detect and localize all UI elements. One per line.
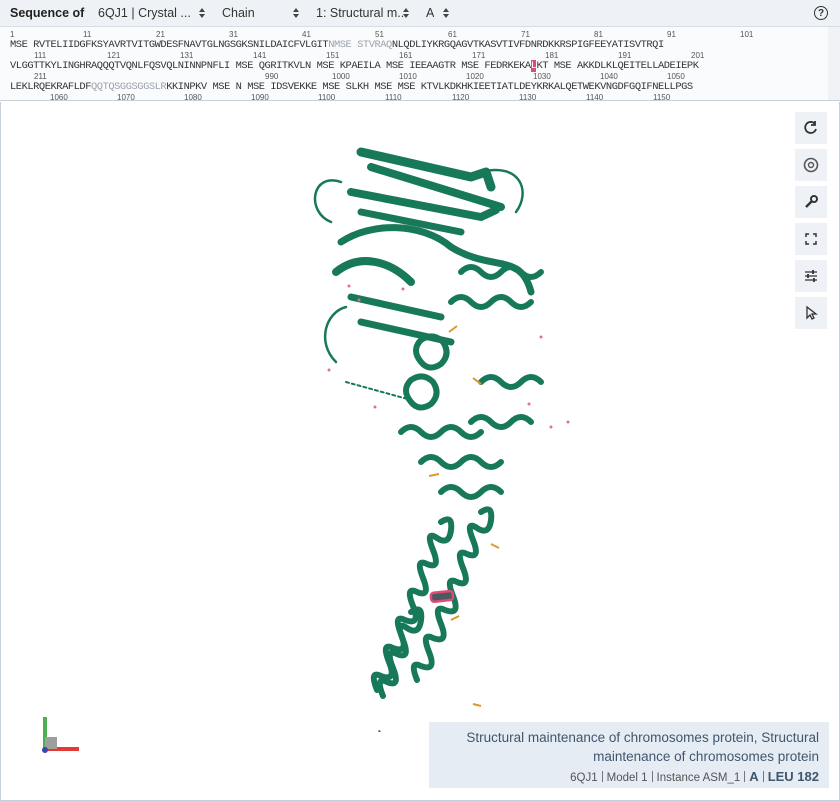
beta-strand <box>332 257 415 286</box>
protein-cartoon[interactable] <box>301 132 601 732</box>
sequence-number: 1010 <box>399 72 417 81</box>
residue-label: LEU 182 <box>767 769 819 784</box>
help-icon[interactable]: ? <box>814 6 828 20</box>
sequence-number: 1150 <box>653 93 671 101</box>
sequence-number: 1040 <box>600 72 618 81</box>
sequence-number: 41 <box>302 30 311 39</box>
sequence-row[interactable]: VLGGTTKYLINGHRAQQQTVQNLFQSVQLNINNPNFLI M… <box>10 60 699 72</box>
expand-icon[interactable] <box>795 223 827 255</box>
sequence-number: 141 <box>253 51 267 60</box>
entity-select-value: 1: Structural m... <box>316 6 408 20</box>
sequence-number: 91 <box>667 30 676 39</box>
sequence-number: 1050 <box>667 72 685 81</box>
sequence-panel[interactable]: 1 11 21 31 41 51 61 71 81 91 101 MSE RVTELIIDGFKSY… <box>0 27 840 101</box>
sequence-number: 61 <box>448 30 457 39</box>
select-chevron-icon <box>442 7 450 18</box>
sequence-row[interactable]: MSE RVTELIIDGFKSYAVRTVITGWDESFNAVTGLNGSG… <box>10 39 664 51</box>
mode-select[interactable]: Chain <box>210 0 304 27</box>
sequence-number: 1030 <box>533 72 551 81</box>
sequence-number: 111 <box>34 51 47 60</box>
pointer-icon[interactable] <box>795 297 827 329</box>
sequence-number: 131 <box>180 51 194 60</box>
loop <box>313 179 343 224</box>
loop <box>324 305 348 364</box>
sequence-number: 151 <box>326 51 340 60</box>
sequence-number: 101 <box>740 30 754 39</box>
sequence-number: 191 <box>618 51 632 60</box>
sequence-scrollbar[interactable] <box>828 27 840 100</box>
sequence-number: 71 <box>521 30 530 39</box>
axes-indicator-icon <box>37 717 87 767</box>
missing-loop <box>345 381 412 401</box>
sequence-row[interactable]: LEKLRQEKRAFLDFQQTQSGGSGGSLRKKINPKV MSE N… <box>10 81 693 93</box>
structure-select-value: 6QJ1 | Crystal ... <box>98 6 191 20</box>
sequence-number: 21 <box>156 30 165 39</box>
select-chevron-icon <box>402 7 410 18</box>
sequence-number: 1000 <box>332 72 350 81</box>
pdb-id: 6QJ1 <box>570 772 598 784</box>
beta-strand <box>347 293 445 321</box>
select-chevron-icon <box>198 7 206 18</box>
sequence-number: 1130 <box>519 93 537 101</box>
camera-icon[interactable] <box>795 149 827 181</box>
structure-select[interactable]: 6QJ1 | Crystal ... <box>90 0 210 27</box>
sequence-number: 1110 <box>385 93 402 101</box>
sequence-number: 1100 <box>318 93 336 101</box>
sequence-header: Sequence of 6QJ1 | Crystal ... Chain 1: … <box>0 0 840 27</box>
chain-select[interactable]: A <box>414 0 454 27</box>
select-chevron-icon <box>292 7 300 18</box>
reset-icon[interactable] <box>795 112 827 144</box>
sequence-segment[interactable]: KT MSE AKKDLKLQEITELLADEIEPK <box>536 60 698 72</box>
sequence-number: 1080 <box>184 93 202 101</box>
sequence-number: 161 <box>399 51 413 60</box>
entity-description: Structural maintenance of chromosomes pr… <box>466 730 819 764</box>
sequence-number: 81 <box>594 30 603 39</box>
sequence-segment-unmodeled[interactable]: NMSE STVRAQ <box>328 39 392 51</box>
missing-loop <box>378 729 381 732</box>
sliders-icon[interactable] <box>795 260 827 292</box>
sequence-number: 51 <box>375 30 384 39</box>
wrench-icon[interactable] <box>795 186 827 218</box>
sequence-number: 121 <box>107 51 121 60</box>
sequence-segment[interactable]: MSE RVTELIIDGFKSYAVRTVITGWDESFNAVTGLNGSG… <box>10 39 329 51</box>
helix-coil <box>398 264 544 500</box>
structure-info-panel: Structural maintenance of chromosomes pr… <box>429 722 829 788</box>
sequence-number: 1020 <box>466 72 484 81</box>
model-label: Model 1 <box>606 772 648 784</box>
sequence-number: 1090 <box>251 93 269 101</box>
chain-select-value: A <box>426 6 435 20</box>
instance-label: Instance ASM_1 <box>656 772 741 784</box>
viewport-toolbar <box>795 112 827 334</box>
sequence-number: 1 <box>10 30 15 39</box>
sequence-segment[interactable]: KKINPKV MSE N MSE IDSVEKKE MSE SLKH MSE … <box>166 81 693 93</box>
sequence-number: 1120 <box>452 93 470 101</box>
selected-residue-marker <box>429 589 455 603</box>
sequence-number: 211 <box>34 72 47 81</box>
entity-select[interactable]: 1: Structural m... <box>304 0 414 27</box>
sequence-segment[interactable]: NLQDLIYKRGQAGVTKASVTIVFDNRDKKRSPIGFEEYAT… <box>392 39 664 51</box>
sequence-number: 31 <box>229 30 238 39</box>
sequence-segment[interactable]: VLGGTTKYLINGHRAQQQTVQNLFQSVQLNINNPNFLI M… <box>10 60 531 72</box>
selection-details: 6QJ1 Model 1 Instance ASM_1 A LEU 182 <box>439 769 819 784</box>
3d-viewport[interactable]: Structural maintenance of chromosomes pr… <box>0 102 840 801</box>
mode-select-value: Chain <box>222 6 255 20</box>
sequence-number: 201 <box>691 51 705 60</box>
sequence-title: Sequence of <box>10 6 85 20</box>
sequence-number: 990 <box>265 72 279 81</box>
sequence-number: 1060 <box>50 93 68 101</box>
sequence-number: 171 <box>472 51 486 60</box>
sequence-number: 1140 <box>586 93 604 101</box>
sequence-number: 1070 <box>117 93 135 101</box>
chain-label: A <box>749 769 759 784</box>
sequence-segment-unmodeled[interactable]: QQTQSGGSGGSLR <box>91 81 167 93</box>
sequence-number: 11 <box>83 30 92 39</box>
sequence-segment[interactable]: LEKLRQEKRAFLDF <box>10 81 91 93</box>
sequence-number: 181 <box>545 51 559 60</box>
